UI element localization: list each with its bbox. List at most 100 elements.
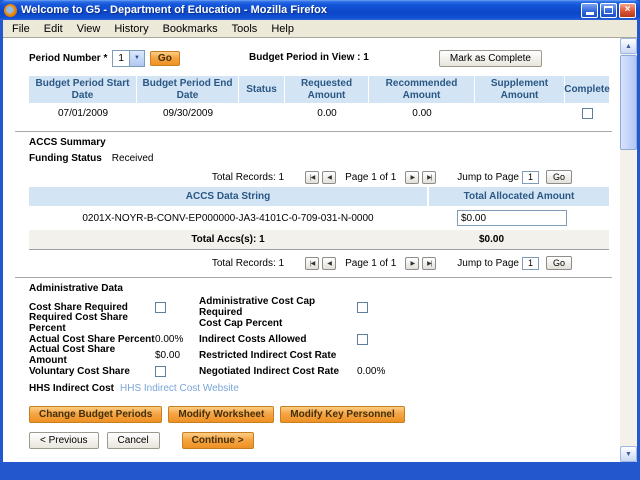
first-page-button[interactable]: |◀ xyxy=(305,171,319,184)
close-button[interactable]: × xyxy=(619,3,636,18)
browser-viewport: Period Number * 1 ▼ Go Budget Period in … xyxy=(3,38,637,462)
admin-cost-cap-required-checkbox[interactable] xyxy=(357,302,368,313)
restricted-indirect-cost-rate-label: Restricted Indirect Cost Rate xyxy=(199,350,357,361)
menu-edit[interactable]: Edit xyxy=(37,21,70,37)
page-indicator: Page 1 of 1 xyxy=(345,258,396,269)
admin-row-2: Required Cost Share Percent Cost Cap Per… xyxy=(29,315,612,331)
page-content: Period Number * 1 ▼ Go Budget Period in … xyxy=(3,38,620,462)
menu-file[interactable]: File xyxy=(5,21,37,37)
header-accs-data-string: ACCS Data String xyxy=(29,187,427,206)
indirect-costs-allowed-checkbox[interactable] xyxy=(357,334,368,345)
next-page-button[interactable]: ▶ xyxy=(405,257,419,270)
first-page-button[interactable]: |◀ xyxy=(305,257,319,270)
header-requested: Requested Amount xyxy=(285,76,369,103)
menu-view[interactable]: View xyxy=(70,21,108,37)
cell-recommended: 0.00 xyxy=(369,103,475,124)
continue-button[interactable]: Continue > xyxy=(182,432,254,449)
budget-table-header: Budget Period Start Date Budget Period E… xyxy=(29,76,609,103)
minimize-button[interactable] xyxy=(581,3,598,18)
period-go-button[interactable]: Go xyxy=(150,51,180,66)
window-title: Welcome to G5 - Department of Education … xyxy=(21,4,577,16)
change-budget-periods-button[interactable]: Change Budget Periods xyxy=(29,406,162,423)
negotiated-indirect-cost-rate-value: 0.00% xyxy=(357,366,612,377)
total-records-label: Total Records: 1 xyxy=(212,258,284,269)
cell-start-date: 07/01/2009 xyxy=(29,103,137,124)
scroll-up-button[interactable]: ▲ xyxy=(620,38,637,54)
cell-end-date: 09/30/2009 xyxy=(137,103,239,124)
complete-checkbox[interactable] xyxy=(582,108,593,119)
voluntary-cost-share-label: Voluntary Cost Share xyxy=(29,366,155,377)
hhs-indirect-cost-label: HHS Indirect Cost xyxy=(29,383,114,394)
page-indicator: Page 1 of 1 xyxy=(345,172,396,183)
accs-total-label: Total Accs(s): 1 xyxy=(29,234,427,245)
accs-data-string: 0201X-NOYR-B-CONV-EP000000-JA3-4101C-0-7… xyxy=(29,213,427,224)
next-page-button[interactable]: ▶ xyxy=(405,171,419,184)
prev-page-button[interactable]: ◀ xyxy=(322,171,336,184)
period-number-select[interactable]: 1 ▼ xyxy=(112,50,145,67)
required-cost-share-percent-label: Required Cost Share Percent xyxy=(29,312,155,334)
maximize-button[interactable] xyxy=(600,3,617,18)
minimize-icon xyxy=(586,12,594,15)
cancel-button[interactable]: Cancel xyxy=(107,432,160,449)
jump-go-button[interactable]: Go xyxy=(546,256,572,270)
jump-go-button[interactable]: Go xyxy=(546,170,572,184)
prev-page-button[interactable]: ◀ xyxy=(322,257,336,270)
divider xyxy=(15,277,612,278)
modify-worksheet-button[interactable]: Modify Worksheet xyxy=(168,406,274,423)
navigation-row: < Previous Cancel Continue > xyxy=(29,432,612,449)
mark-as-complete-button[interactable]: Mark as Complete xyxy=(439,50,542,67)
scrollbar-thumb[interactable] xyxy=(620,55,637,150)
period-number-value: 1 xyxy=(113,53,129,64)
accs-table-header: ACCS Data String Total Allocated Amount xyxy=(29,187,609,206)
section-actions-row: Change Budget Periods Modify Worksheet M… xyxy=(29,406,612,423)
header-start-date: Budget Period Start Date xyxy=(29,76,137,103)
cost-share-required-label: Cost Share Required xyxy=(29,302,155,313)
accs-table-row: 0201X-NOYR-B-CONV-EP000000-JA3-4101C-0-7… xyxy=(29,206,609,230)
dropdown-arrow-icon: ▼ xyxy=(129,51,144,66)
voluntary-cost-share-checkbox[interactable] xyxy=(155,366,166,377)
jump-to-page-input[interactable] xyxy=(522,257,539,270)
hhs-indirect-cost-website-link[interactable]: HHS Indirect Cost Website xyxy=(120,383,239,394)
modify-key-personnel-button[interactable]: Modify Key Personnel xyxy=(280,406,404,423)
hhs-indirect-cost-row: HHS Indirect Cost HHS Indirect Cost Webs… xyxy=(29,383,612,394)
header-supplement: Supplement Amount xyxy=(475,76,565,103)
last-page-button[interactable]: ▶| xyxy=(422,171,436,184)
funding-status-value: Received xyxy=(112,153,154,164)
header-recommended: Recommended Amount xyxy=(369,76,475,103)
vertical-scrollbar[interactable]: ▲ ▼ xyxy=(620,38,637,462)
jump-to-page-label: Jump to Page xyxy=(457,172,519,183)
cell-supplement xyxy=(475,103,565,124)
accs-summary-title: ACCS Summary xyxy=(29,137,612,148)
actual-cost-share-amount-label: Actual Cost Share Amount xyxy=(29,344,155,366)
budget-table-row: 07/01/2009 09/30/2009 0.00 0.00 xyxy=(29,103,609,124)
cost-share-required-checkbox[interactable] xyxy=(155,302,166,313)
allocated-amount-input[interactable] xyxy=(457,210,567,226)
scroll-down-button[interactable]: ▼ xyxy=(620,446,637,462)
firefox-icon xyxy=(4,4,17,17)
indirect-costs-allowed-label: Indirect Costs Allowed xyxy=(199,334,357,345)
jump-to-page-input[interactable] xyxy=(522,171,539,184)
previous-button[interactable]: < Previous xyxy=(29,432,99,449)
menu-history[interactable]: History xyxy=(107,21,155,37)
actual-cost-share-percent-label: Actual Cost Share Percent xyxy=(29,334,155,345)
maximize-icon xyxy=(604,6,613,14)
actual-cost-share-amount-value: $0.00 xyxy=(155,350,199,361)
last-page-button[interactable]: ▶| xyxy=(422,257,436,270)
budget-period-in-view-label: Budget Period in View : 1 xyxy=(249,52,369,63)
menu-tools[interactable]: Tools xyxy=(225,21,265,37)
accs-pager-bottom: Total Records: 1 |◀ ◀ Page 1 of 1 ▶ ▶| J… xyxy=(29,256,572,270)
allocated-amount-cell xyxy=(429,210,609,226)
window-controls: × xyxy=(581,3,636,18)
menu-bookmarks[interactable]: Bookmarks xyxy=(156,21,225,37)
divider xyxy=(15,131,612,132)
title-bar: Welcome to G5 - Department of Education … xyxy=(0,0,640,20)
menu-help[interactable]: Help xyxy=(264,21,301,37)
cell-complete xyxy=(565,103,609,124)
total-records-label: Total Records: 1 xyxy=(212,172,284,183)
jump-to-page-label: Jump to Page xyxy=(457,258,519,269)
admin-cost-cap-required-label: Administrative Cost Cap Required xyxy=(199,296,357,318)
period-controls-row: Period Number * 1 ▼ Go Budget Period in … xyxy=(29,48,612,68)
accs-total-row: Total Accs(s): 1 $0.00 xyxy=(29,230,609,250)
firefox-window: Welcome to G5 - Department of Education … xyxy=(0,0,640,480)
admin-row-5: Voluntary Cost Share Negotiated Indirect… xyxy=(29,363,612,379)
